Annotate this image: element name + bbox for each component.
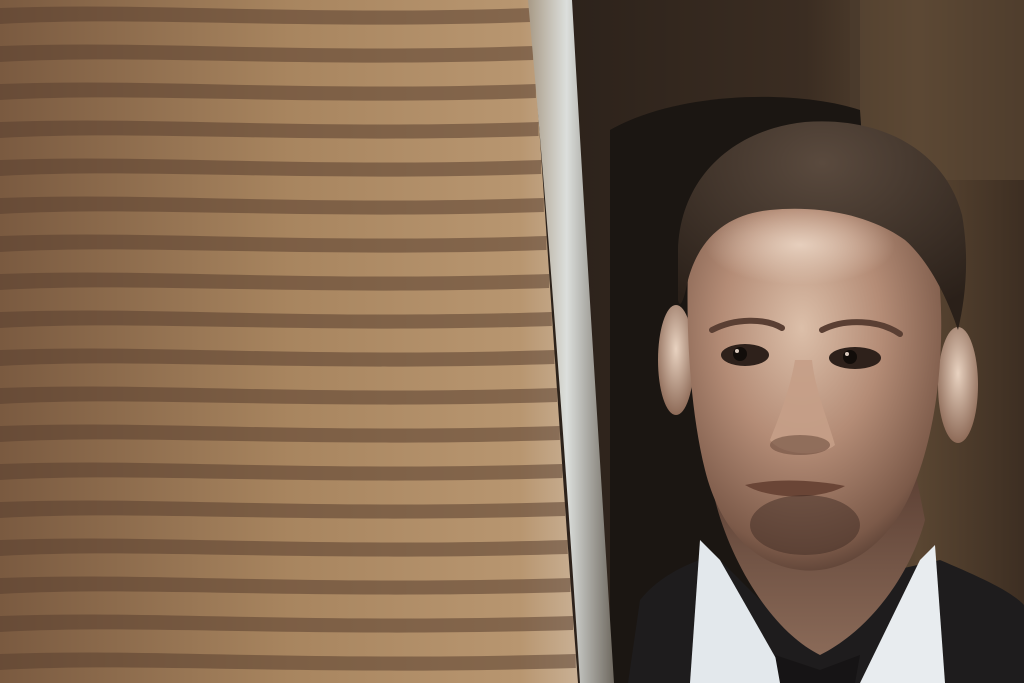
window-blind	[0, 0, 578, 683]
right-ear	[938, 327, 978, 443]
photograph	[0, 0, 1024, 683]
photo-canvas	[0, 0, 1024, 683]
